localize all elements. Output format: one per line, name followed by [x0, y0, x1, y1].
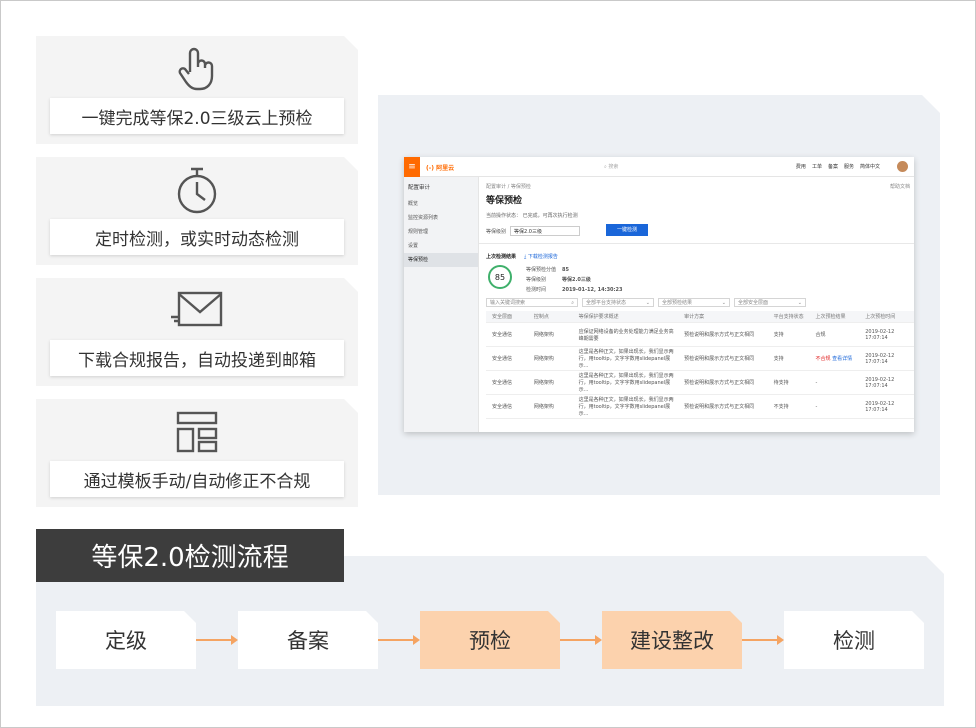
table-row: 安全通信 网络架构 这里是各种正文，如果出现长，我们显示两行，用tooltip，… — [486, 371, 914, 395]
sidebar-item-settings[interactable]: 设置 — [404, 239, 478, 253]
feature-label: 定时检测，或实时动态检测 — [50, 219, 344, 255]
level-select[interactable]: 等保2.0三级 — [510, 226, 580, 236]
page-title: 等保预检 — [486, 196, 523, 206]
console-sidebar: 配置审计 概览 监控资源列表 规则管理 设置 等保预检 — [404, 177, 479, 432]
console-search[interactable]: ⌕ 搜索 — [604, 163, 618, 170]
nav-item[interactable]: 简体中文 — [860, 163, 880, 170]
feature-label: 一键完成等保2.0三级云上预检 — [50, 98, 344, 134]
nav-item[interactable]: 费用 — [796, 163, 806, 170]
download-report-link[interactable]: ⤓ 下载检测报告 — [524, 253, 558, 260]
table-row: 安全通信 网络架构 应保证网络设备的业务处理能力满足业务高峰期需要 预检说明和展… — [486, 323, 914, 347]
touch-hand-icon — [36, 42, 358, 96]
last-result-title: 上次检测结果 — [486, 254, 517, 260]
security-layer-filter[interactable]: 全部安全层面 ⌄ — [734, 298, 806, 307]
step-grading: 定级 — [56, 611, 196, 669]
step-inspection: 检测 — [784, 611, 924, 669]
view-detail-link[interactable]: 查看详情 — [832, 356, 852, 362]
status-text: 当前操作状态： 已完成，可再次执行检测 — [486, 213, 578, 219]
sidebar-item-overview[interactable]: 概览 — [404, 197, 478, 211]
console-screenshot-panel: ≡ (-) 阿里云 ⌕ 搜索 费用 工单 备案 服务 简体中文 配置审计 概览 … — [378, 95, 940, 495]
table-row: 安全通信 网络架构 这里是各种正文，如果出现长，我们显示两行，用tooltip，… — [486, 347, 914, 371]
arrow-icon — [560, 635, 602, 645]
nav-item[interactable]: 服务 — [844, 163, 854, 170]
table-row: 安全通信 网络架构 这里是各种正文，如果出现长，我们显示两行，用tooltip，… — [486, 395, 914, 419]
level-row: 等保级别 等保2.0三级 — [486, 226, 580, 236]
process-title: 等保2.0检测流程 — [36, 529, 344, 582]
console-nav: 费用 工单 备案 服务 简体中文 — [796, 163, 880, 170]
result-meta: 等保预检分值 85 等保级别 等保2.0三级 检测时间 2019-01-12, 14:… — [526, 267, 623, 293]
sidebar-item-precheck[interactable]: 等保预检 — [404, 253, 478, 267]
arrow-icon — [378, 635, 420, 645]
feature-card-one-click: 一键完成等保2.0三级云上预检 — [36, 36, 358, 144]
arrow-icon — [196, 635, 238, 645]
console-topbar: ≡ (-) 阿里云 ⌕ 搜索 费用 工单 备案 服务 简体中文 — [404, 157, 914, 177]
sidebar-item-resources[interactable]: 监控资源列表 — [404, 211, 478, 225]
score-ring: 85 — [488, 265, 512, 289]
console-window: ≡ (-) 阿里云 ⌕ 搜索 费用 工单 备案 服务 简体中文 配置审计 概览 … — [404, 157, 914, 432]
mail-send-icon — [36, 284, 358, 338]
step-filing: 备案 — [238, 611, 378, 669]
feature-card-scheduled: 定时检测，或实时动态检测 — [36, 157, 358, 265]
platform-status-filter[interactable]: 全部平台支持状态 ⌄ — [582, 298, 654, 307]
arrow-icon — [742, 635, 784, 645]
results-table: 安全层面 控制点 等保保护要求概述 审计方案 平台支持状态 上次预检结果 上次预… — [486, 311, 914, 419]
keyword-search-input[interactable]: 输入关键词搜索 ⌕ — [486, 298, 578, 307]
console-main: 配置审计 / 等保预检 帮助文档 等保预检 当前操作状态： 已完成，可再次执行检… — [486, 177, 914, 432]
step-remediation: 建设整改 — [602, 611, 742, 669]
nav-item[interactable]: 备案 — [828, 163, 838, 170]
stopwatch-icon — [36, 163, 358, 217]
console-logo: (-) 阿里云 — [426, 165, 455, 172]
filter-bar: 输入关键词搜索 ⌕ 全部平台支持状态 ⌄ 全部预检结果 ⌄ 全部安全层面 ⌄ — [486, 298, 806, 307]
feature-label: 下载合规报告，自动投递到邮箱 — [50, 340, 344, 376]
nav-item[interactable]: 工单 — [812, 163, 822, 170]
sidebar-item-rules[interactable]: 规则管理 — [404, 225, 478, 239]
feature-card-template: 通过模板手动/自动修正不合规 — [36, 399, 358, 507]
template-layout-icon — [36, 405, 358, 459]
step-precheck: 预检 — [420, 611, 560, 669]
divider — [479, 243, 914, 244]
menu-icon[interactable]: ≡ — [404, 157, 420, 177]
breadcrumb: 配置审计 / 等保预检 — [486, 184, 531, 190]
feature-card-report: 下载合规报告，自动投递到邮箱 — [36, 278, 358, 386]
table-header: 安全层面 控制点 等保保护要求概述 审计方案 平台支持状态 上次预检结果 上次预… — [486, 311, 914, 323]
feature-label: 通过模板手动/自动修正不合规 — [50, 461, 344, 497]
help-link[interactable]: 帮助文档 — [890, 183, 910, 190]
level-label: 等保级别 — [486, 228, 507, 235]
avatar[interactable] — [897, 161, 908, 172]
result-filter[interactable]: 全部预检结果 ⌄ — [658, 298, 730, 307]
sidebar-title: 配置审计 — [408, 185, 431, 191]
run-check-button[interactable]: 一键检测 — [606, 224, 648, 236]
